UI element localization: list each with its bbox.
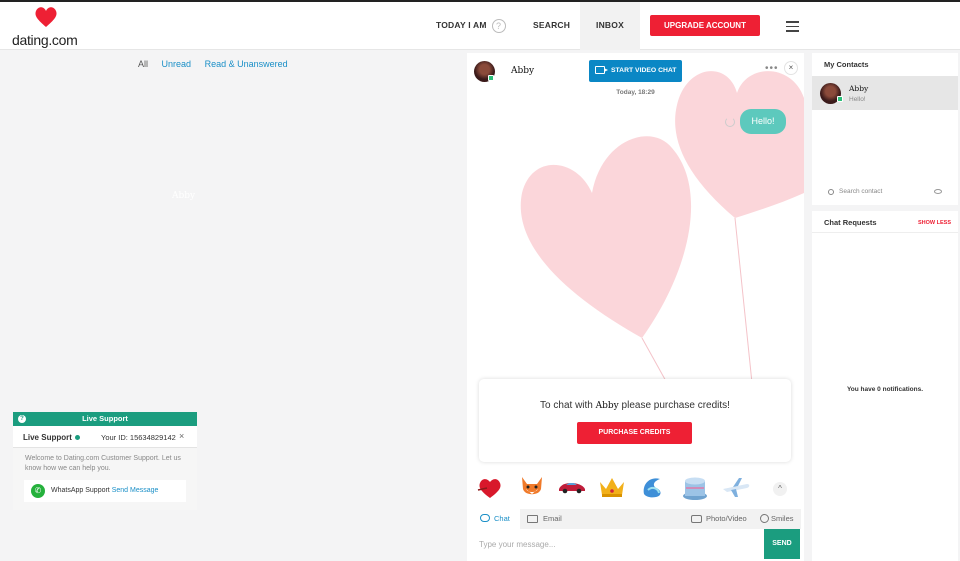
contact-online-icon [837,96,843,102]
message-date: Today, 18:29 [616,89,655,96]
chat-requests-box: Chat Requests SHOW LESS You have 0 notif… [812,211,958,561]
whatsapp-icon: ✆ [31,484,45,498]
sending-spinner-icon [725,117,735,127]
chat-requests-title: Chat Requests [824,218,877,227]
credits-suffix: please purchase credits! [621,400,730,411]
fox-gift-icon[interactable] [517,472,547,502]
live-support-widget: ? Live Support Live Support Your ID: 156… [13,412,197,510]
photo-video-button[interactable]: Photo/Video [691,509,747,529]
filter-read-unanswered[interactable]: Read & Unanswered [205,59,288,69]
eye-icon[interactable] [934,189,942,194]
credits-contact-name: Abby [595,401,619,411]
my-contacts-box: My Contacts Abby Hello! Search contact [812,53,958,205]
car-gift-icon[interactable] [557,472,587,502]
support-user-id: Your ID: 15634829142 [101,433,176,442]
send-message-link[interactable]: Send Message [112,487,159,494]
smiley-icon [760,514,769,523]
nav-today-i-am[interactable]: TODAY I AM? [436,2,506,50]
purchase-credits-button[interactable]: PURCHASE CREDITS [577,422,692,444]
purchase-credits-card: To chat with Abby please purchase credit… [479,379,791,462]
compose-tabs: Chat Email Photo/Video Smiles [470,509,801,529]
logo-text: dating.com [12,32,78,48]
show-less-button[interactable]: SHOW LESS [918,220,951,226]
gift-strip: ^ [467,472,804,504]
menu-icon[interactable] [786,21,799,32]
logo[interactable]: dating.com [12,6,82,48]
my-contacts-title: My Contacts [824,60,869,69]
contact-item[interactable]: Abby Hello! [812,76,958,110]
chat-window: Abby START VIDEO CHAT ••• × Today, 18:29… [467,53,804,561]
upgrade-account-button[interactable]: UPGRADE ACCOUNT [650,15,760,36]
smiles-button[interactable]: Smiles [760,509,794,529]
nav-today-label: TODAY I AM [436,20,487,30]
support-bar-label: Live Support [23,433,72,442]
support-title: Live Support [82,414,128,423]
whatsapp-label: WhatsApp Support [51,487,110,494]
tab-email[interactable]: Email [527,509,562,529]
heart-logo-icon [35,7,57,27]
search-contact-placeholder: Search contact [839,188,883,195]
top-header: dating.com TODAY I AM? SEARCH INBOX UPGR… [0,2,960,50]
dragon-gift-icon[interactable] [638,472,668,502]
video-chat-label: START VIDEO CHAT [611,67,677,74]
support-welcome-text: Welcome to Dating.com Customer Support. … [25,455,181,472]
plane-gift-icon[interactable] [721,472,751,502]
contact-name: Abby [849,84,869,93]
question-icon: ? [18,415,26,423]
crown-gift-icon[interactable] [597,472,627,502]
contact-last-message: Hello! [849,96,866,103]
expand-gifts-icon[interactable]: ^ [773,482,787,496]
nav-inbox[interactable]: INBOX [580,2,640,50]
start-video-chat-button[interactable]: START VIDEO CHAT [589,60,682,82]
tab-chat-label: Chat [494,514,510,523]
chat-bubble-icon [480,514,490,522]
filter-unread[interactable]: Unread [162,59,192,69]
credits-prefix: To chat with [540,400,593,411]
smiles-label: Smiles [771,514,794,523]
divider [812,232,958,233]
empty-notifications-text: You have 0 notifications. [846,386,924,393]
balloons-background-icon [520,71,804,383]
nav-search[interactable]: SEARCH [533,2,570,50]
message-input[interactable] [470,529,764,559]
filter-all[interactable]: All [138,59,148,69]
support-close-button[interactable]: × [179,431,184,441]
photo-video-label: Photo/Video [706,514,747,523]
inbox-contact-name: Abby [172,191,196,201]
credits-message: To chat with Abby please purchase credit… [479,400,791,411]
online-icon [488,75,494,81]
tab-chat[interactable]: Chat [470,509,520,529]
right-sidebar: My Contacts Abby Hello! Search contact C… [812,53,958,561]
chat-contact-name[interactable]: Abby [511,66,534,76]
inbox-filters: All Unread Read & Unanswered [138,59,299,69]
help-icon[interactable]: ? [491,18,506,33]
tab-email-label: Email [543,514,562,523]
envelope-icon [527,515,538,523]
whatsapp-support-row[interactable]: ✆ WhatsApp Support Send Message [24,480,186,502]
support-bar: Live Support Your ID: 15634829142 × [13,426,197,448]
support-header[interactable]: ? Live Support [13,412,197,426]
close-chat-button[interactable]: × [784,61,798,75]
video-camera-icon [595,66,608,74]
search-icon [828,189,834,195]
online-status-icon [75,435,80,440]
more-options-icon[interactable]: ••• [765,63,779,74]
send-button[interactable]: SEND [764,529,800,559]
camera-icon [691,515,702,523]
heart-gift-icon[interactable] [475,472,505,502]
message-bubble: Hello! [740,109,786,134]
cake-gift-icon[interactable] [680,472,710,502]
